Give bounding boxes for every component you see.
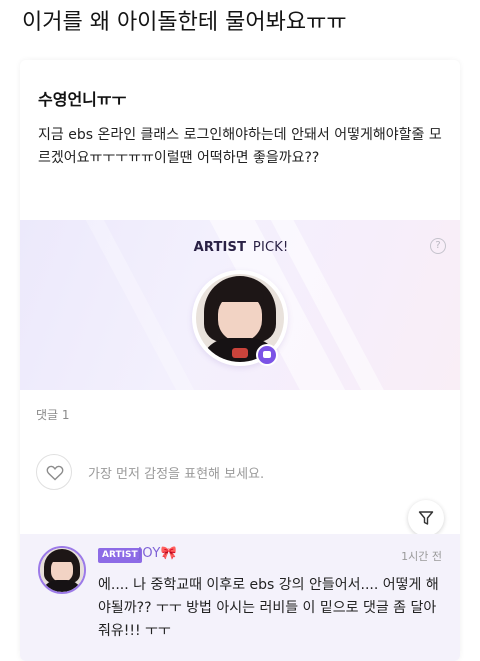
artist-tag-badge: ARTIST — [98, 548, 142, 563]
comment-count: 댓글 1 — [36, 408, 70, 422]
post-card: 수영언니ㅠㅜ 지금 ebs 온라인 클래스 로그인해야하는데 안돼서 어떻게해야… — [20, 60, 460, 661]
artist-pick-banner: ARTIST PICK! ? — [20, 220, 460, 390]
artist-pick-label: PICK! — [252, 240, 289, 255]
post-author-name[interactable]: 수영언니ㅠㅜ — [38, 86, 126, 110]
comment-text: 에.... 나 중학교때 이후로 ebs 강의 안들어서.... 어떻게 해야될… — [98, 577, 439, 639]
comment-timestamp: 1시간 전 — [401, 550, 442, 563]
question-circle-icon[interactable]: ? — [430, 238, 446, 254]
filter-button[interactable] — [408, 500, 444, 536]
filter-icon — [418, 511, 434, 525]
page-title: 이거를 왜 아이돌한테 물어봐요ㅠㅠ — [22, 10, 347, 35]
reaction-row[interactable]: 가장 먼저 감정을 표현해 보세요. — [36, 454, 446, 494]
comment-avatar[interactable] — [38, 546, 86, 594]
reaction-placeholder: 가장 먼저 감정을 표현해 보세요. — [88, 467, 265, 482]
artist-pick-title: ARTIST PICK! — [20, 240, 460, 255]
page-header: 이거를 왜 아이돌한테 물어봐요ㅠㅠ — [0, 0, 480, 48]
heart-outline-icon[interactable] — [36, 454, 72, 490]
post-body-text: 지금 ebs 온라인 클래스 로그인해야하는데 안돼서 어떻게해야할줄 모르겠어… — [38, 127, 442, 166]
chat-bubble-icon — [256, 344, 278, 366]
artist-comment: ARTIST JOY🎀 1시간 전 에.... 나 중학교때 이후로 ebs 강… — [20, 534, 460, 661]
comment-author-name[interactable]: JOY🎀 — [138, 546, 177, 561]
artist-pick-highlight: ARTIST — [193, 240, 247, 255]
